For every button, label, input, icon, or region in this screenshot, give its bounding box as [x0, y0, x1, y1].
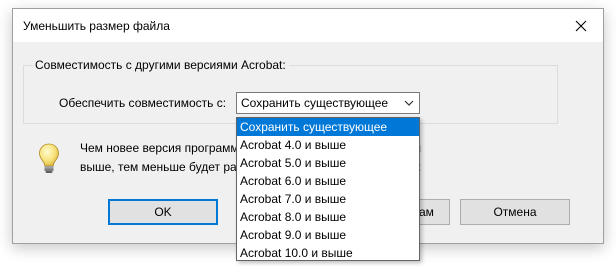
- compatibility-group-label: Совместимость с другими версиями Acrobat…: [32, 58, 289, 72]
- chevron-down-icon: [404, 100, 414, 106]
- info-text-line-1: Чем новее версия программ: [80, 141, 239, 155]
- close-icon: [575, 20, 587, 31]
- dropdown-option[interactable]: Acrobat 5.0 и выше: [237, 154, 419, 172]
- dropdown-option[interactable]: Acrobat 6.0 и выше: [237, 172, 419, 190]
- window-title: Уменьшить размер файла: [23, 19, 170, 33]
- cancel-button-label: Отмена: [493, 205, 537, 219]
- title-bar: Уменьшить размер файла: [13, 9, 603, 42]
- ok-button[interactable]: OK: [108, 199, 218, 225]
- compatibility-label: Обеспечить совместимость с:: [59, 96, 227, 110]
- compatibility-select[interactable]: Сохранить существующее: [236, 92, 420, 114]
- apply-button-label: ам: [419, 205, 434, 219]
- dropdown-option[interactable]: Acrobat 7.0 и выше: [237, 190, 419, 208]
- dropdown-option[interactable]: Acrobat 8.0 и выше: [237, 208, 419, 226]
- cancel-button[interactable]: Отмена: [460, 199, 570, 225]
- dropdown-option[interactable]: Acrobat 4.0 и выше: [237, 136, 419, 154]
- close-button[interactable]: [559, 9, 603, 42]
- compatibility-select-value: Сохранить существующее: [241, 96, 389, 110]
- ok-button-label: OK: [154, 205, 172, 219]
- lightbulb-icon: [39, 143, 59, 173]
- dropdown-option[interactable]: Acrobat 9.0 и выше: [237, 226, 419, 244]
- dropdown-option[interactable]: Сохранить существующее: [237, 118, 419, 136]
- compatibility-dropdown-list: Сохранить существующее Acrobat 4.0 и выш…: [236, 117, 420, 261]
- info-text-line-2: выше, тем меньше будет ра: [80, 160, 237, 174]
- dropdown-option[interactable]: Acrobat 10.0 и выше: [237, 244, 419, 262]
